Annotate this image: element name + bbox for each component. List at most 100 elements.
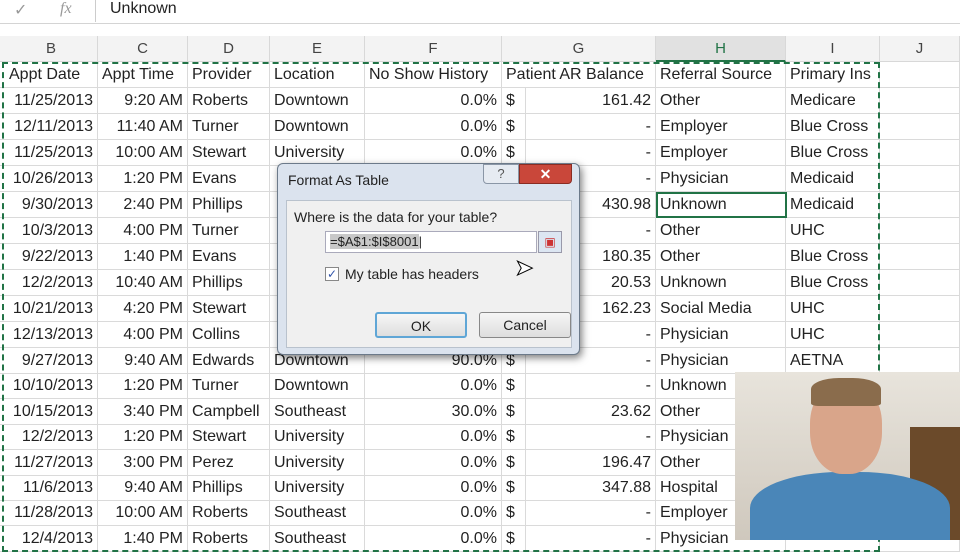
cell[interactable]: 0.0% [365, 424, 502, 451]
cell[interactable] [880, 218, 960, 244]
cell[interactable] [880, 114, 960, 140]
cell[interactable]: 11/6/2013 [5, 475, 98, 501]
cell[interactable]: Campbell [188, 398, 270, 425]
cell[interactable]: Other [656, 88, 786, 114]
cell[interactable]: Blue Cross [786, 114, 880, 140]
cell[interactable]: 1:20 PM [98, 424, 188, 451]
cell[interactable]: 12/2/2013 [5, 424, 98, 451]
cell[interactable]: Edwards [188, 348, 270, 374]
currency-cell[interactable]: $ [502, 398, 526, 425]
cell[interactable] [880, 244, 960, 270]
cell[interactable]: 11:40 AM [98, 114, 188, 140]
cell[interactable]: 10/10/2013 [5, 373, 98, 400]
cell[interactable]: - [526, 373, 656, 400]
cell[interactable]: AETNA [786, 348, 880, 374]
headers-checkbox[interactable]: ✓ [325, 267, 339, 281]
cell[interactable]: 11/25/2013 [5, 88, 98, 114]
header-cell[interactable]: Provider [188, 62, 270, 88]
cell[interactable]: UHC [786, 322, 880, 348]
collapse-dialog-icon[interactable]: ▣ [538, 231, 562, 253]
cell[interactable]: Turner [188, 114, 270, 140]
cell[interactable]: 3:00 PM [98, 449, 188, 476]
cell[interactable]: 1:20 PM [98, 373, 188, 400]
cell[interactable]: 4:00 PM [98, 322, 188, 348]
cell[interactable]: Southeast [270, 398, 365, 425]
cell[interactable]: 4:20 PM [98, 296, 188, 322]
cell[interactable]: UHC [786, 296, 880, 322]
range-input[interactable]: =$A$1:$I$8001| [325, 231, 537, 253]
cell[interactable]: 9/22/2013 [5, 244, 98, 270]
cell[interactable]: Downtown [270, 114, 365, 140]
cell[interactable]: 12/4/2013 [5, 525, 98, 552]
cell[interactable]: Physician [656, 322, 786, 348]
cell[interactable]: Downtown [270, 373, 365, 400]
cell[interactable]: 2:40 PM [98, 192, 188, 218]
header-cell[interactable]: Primary Ins [786, 62, 880, 88]
cell[interactable]: 1:20 PM [98, 166, 188, 192]
cell[interactable]: - [526, 500, 656, 527]
cell[interactable] [880, 348, 960, 374]
cell[interactable]: Perez [188, 449, 270, 476]
column-header-I[interactable]: I [786, 36, 880, 62]
cell[interactable]: 12/11/2013 [5, 114, 98, 140]
currency-cell[interactable]: $ [502, 114, 526, 140]
cell[interactable]: Stewart [188, 140, 270, 166]
cell[interactable]: 12/13/2013 [5, 322, 98, 348]
cell[interactable]: Roberts [188, 525, 270, 552]
cell[interactable] [880, 270, 960, 296]
header-cell[interactable]: Appt Time [98, 62, 188, 88]
cell[interactable]: 10:40 AM [98, 270, 188, 296]
cell[interactable]: Medicaid [786, 166, 880, 192]
cell[interactable]: Roberts [188, 88, 270, 114]
cell[interactable]: 10/3/2013 [5, 218, 98, 244]
cell[interactable]: 3:40 PM [98, 398, 188, 425]
cell[interactable]: 10/15/2013 [5, 398, 98, 425]
cell[interactable]: 196.47 [526, 449, 656, 476]
cancel-button[interactable]: Cancel [479, 312, 571, 338]
cell[interactable]: 347.88 [526, 475, 656, 501]
column-header-D[interactable]: D [188, 36, 270, 62]
formula-input[interactable]: Unknown [95, 0, 960, 22]
cell[interactable]: 0.0% [365, 500, 502, 527]
currency-cell[interactable]: $ [502, 525, 526, 552]
cell[interactable]: Other [656, 244, 786, 270]
column-header-H[interactable]: H [656, 36, 786, 62]
cell[interactable]: 0.0% [365, 525, 502, 552]
currency-cell[interactable]: $ [502, 88, 526, 114]
cell[interactable]: Blue Cross [786, 244, 880, 270]
cell[interactable]: 11/28/2013 [5, 500, 98, 527]
cell[interactable]: Phillips [188, 270, 270, 296]
cell[interactable] [880, 192, 960, 218]
cell[interactable] [880, 296, 960, 322]
cell[interactable]: Turner [188, 218, 270, 244]
cell[interactable]: 12/2/2013 [5, 270, 98, 296]
cell[interactable]: 0.0% [365, 114, 502, 140]
cell[interactable]: - [526, 114, 656, 140]
cell[interactable]: 10:00 AM [98, 140, 188, 166]
cell[interactable]: 0.0% [365, 373, 502, 400]
cell[interactable]: Roberts [188, 500, 270, 527]
cell[interactable] [880, 166, 960, 192]
cell[interactable]: 23.62 [526, 398, 656, 425]
cell[interactable]: 9/27/2013 [5, 348, 98, 374]
cell[interactable]: - [526, 525, 656, 552]
cell[interactable]: 0.0% [365, 88, 502, 114]
header-cell[interactable]: Referral Source [656, 62, 786, 88]
currency-cell[interactable]: $ [502, 449, 526, 476]
cell[interactable]: Phillips [188, 192, 270, 218]
cell[interactable]: 1:40 PM [98, 525, 188, 552]
cell[interactable]: 10/21/2013 [5, 296, 98, 322]
cell[interactable]: Southeast [270, 525, 365, 552]
currency-cell[interactable]: $ [502, 424, 526, 451]
cell[interactable]: University [270, 449, 365, 476]
cell[interactable]: Social Media [656, 296, 786, 322]
column-header-B[interactable]: B [5, 36, 98, 62]
cell[interactable]: University [270, 424, 365, 451]
header-cell[interactable]: Appt Date [5, 62, 98, 88]
cell[interactable]: 9:40 AM [98, 348, 188, 374]
cell[interactable]: Employer [656, 114, 786, 140]
check-icon[interactable]: ✓ [14, 0, 27, 20]
cell[interactable] [880, 140, 960, 166]
cell[interactable]: University [270, 475, 365, 501]
cell[interactable]: Downtown [270, 88, 365, 114]
